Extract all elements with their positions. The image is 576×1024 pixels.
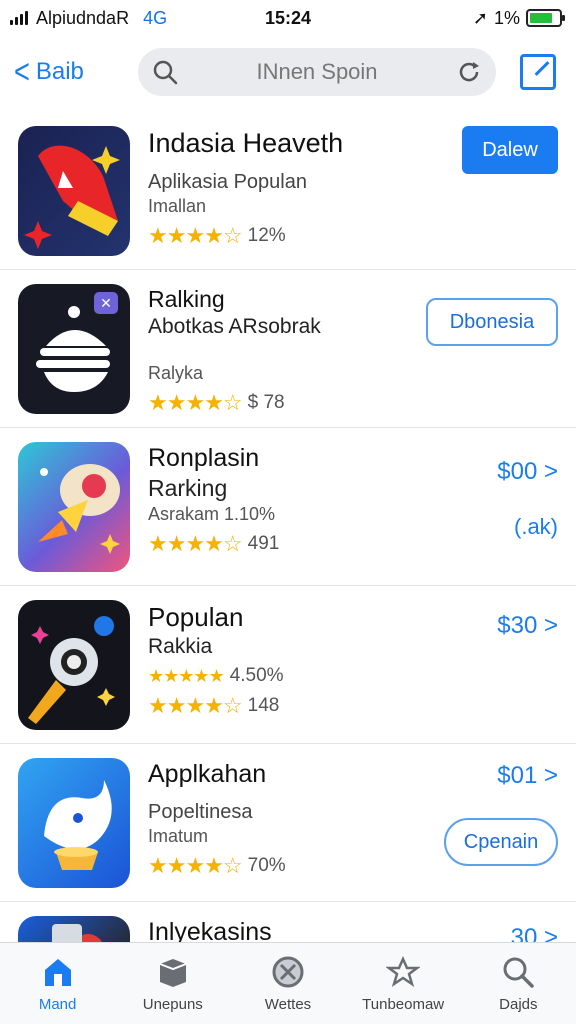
bird-app-icon [18,758,130,888]
app-category: Asrakam 1.10% [148,504,276,524]
search-icon [153,60,178,85]
tab-search[interactable]: Dajds [463,954,573,1013]
chevron-left-icon: < [13,53,30,91]
search-text: INnen Spoin [256,59,378,84]
box-icon [155,954,191,990]
tab-label: Wettes [264,996,312,1013]
rating: ★★★★☆ 12% [148,223,562,249]
refresh-icon[interactable] [456,59,482,85]
battery-fill [530,13,553,23]
tab-featured[interactable]: Tunbeomaw [348,954,458,1013]
search-icon [500,954,536,990]
rating-text: $ 78 [247,392,285,413]
rating-text: 148 [247,695,280,716]
price-button[interactable]: 30 > [511,924,558,942]
tab-label: Tunbeomaw [362,996,445,1013]
list-item[interactable]: Ronplasin Rarking Asrakam 1.10% ★★★★☆ 49… [0,428,576,586]
location-arrow-icon: ➚ [472,7,488,28]
app-subtitle: Aplikasia Populan [148,171,307,193]
star-rating-icon: ★★★★☆ [148,531,243,556]
star-rating-icon: ★★★★☆ [148,390,243,415]
carrier-label: AlpiudndaR [36,7,130,28]
list-item[interactable]: Indasia Heaveth Aplikasia Populan Imalla… [0,112,576,270]
search-field[interactable]: INnen Spoin [138,48,496,96]
open-button[interactable]: Dbonesia [426,298,558,346]
star-rating-icon: ★★★★☆ [148,853,243,878]
star-rating-icon: ★★★★☆ [148,693,243,718]
rating-text: 4.50% [229,665,284,686]
telescope-app-icon [18,600,130,730]
network-label: 4G [143,7,168,28]
dark-app-icon [18,916,130,942]
tab-updates[interactable]: Unepuns [118,954,228,1013]
price-button[interactable]: $00 > [497,458,558,486]
status-bar: AlpiudndaR 4G 15:24 ➚ 1% [0,0,576,36]
rocket-app-icon [18,126,130,256]
tab-label: Unepuns [142,996,203,1013]
status-left: AlpiudndaR 4G [10,8,167,29]
rating-secondary: ★★★★☆ 148 [148,693,562,719]
stacked-disc-app-icon: ✕ [18,284,130,414]
signal-icon [10,11,28,25]
circle-x-icon [270,954,306,990]
app-category: Imallan [148,196,207,216]
tab-bar: Mand Unepuns Wettes Tunbeomaw Dajds [0,942,576,1024]
list-item[interactable]: Inlyekasins 30 > [0,902,576,942]
price-button[interactable]: $30 > [497,612,558,640]
rating-text: 70% [247,855,286,876]
list-item[interactable]: Populan Rakkia ★★★★★ 4.50% ★★★★☆ 148 $30… [0,586,576,744]
nav-bar: < Baib INnen Spoin [0,40,576,104]
star-box-icon [385,954,421,990]
battery-percent: 1% [493,7,520,28]
rating: ★★★★☆ 491 [148,531,562,557]
rating-text: 12% [247,225,286,246]
battery-icon [526,9,565,27]
star-rating-icon: ★★★★★ [148,665,225,686]
rating-text: 491 [247,533,280,554]
price-button[interactable]: $01 > [497,762,558,790]
status-right: ➚ 1% [472,7,565,29]
tab-arcade[interactable]: Wettes [233,954,343,1013]
get-button[interactable]: Dalew [462,126,558,174]
compose-button[interactable] [520,54,556,90]
sub-link[interactable]: (.ak) [514,514,558,540]
rating: ★★★★☆ $ 78 [148,390,562,416]
tab-label: Dajds [499,996,538,1013]
status-time: 15:24 [264,7,312,28]
space-rocket-app-icon [18,442,130,572]
svg-text:✕: ✕ [100,296,112,312]
tab-home[interactable]: Mand [3,954,113,1013]
open-button[interactable]: Cpenain [444,818,558,866]
back-button[interactable]: < Baib [12,55,132,89]
app-category: Ralyka [148,363,204,383]
app-title: Inlyekasins [148,918,272,942]
list-item[interactable]: Applkahan Popeltinesa Imatum ★★★★☆ 70% $… [0,744,576,902]
tab-label: Mand [38,996,77,1013]
rating: ★★★★★ 4.50% [148,665,562,687]
back-label: Baib [35,58,84,85]
home-icon [40,954,76,990]
star-rating-icon: ★★★★☆ [148,223,243,248]
app-list: Indasia Heaveth Aplikasia Populan Imalla… [0,112,576,942]
app-info: Inlyekasins [148,916,562,942]
list-item[interactable]: ✕ Ralking Abotkas ARsobrak Ralyka ★★★★☆ … [0,270,576,428]
